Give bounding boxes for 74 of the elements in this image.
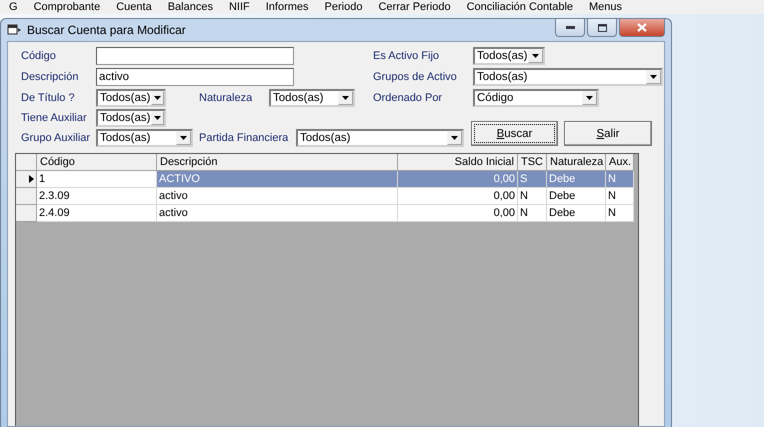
dropdown[interactable]: Todos(as): [96, 89, 166, 107]
window-title: Buscar Cuenta para Modificar: [27, 23, 186, 37]
search-button[interactable]: Buscar: [471, 121, 558, 146]
dropdown-arrow-icon: [532, 54, 539, 58]
current-row-icon: [29, 175, 34, 183]
text-field[interactable]: activo: [96, 68, 294, 86]
table-cell: N: [518, 205, 547, 222]
menu-item[interactable]: Cerrar Periodo: [378, 1, 451, 14]
field-label: De Título ?: [21, 92, 76, 104]
text-field[interactable]: [96, 47, 294, 65]
table-cell: 0,00: [398, 188, 518, 205]
dropdown[interactable]: Todos(as): [96, 128, 193, 146]
dropdown[interactable]: Todos(as): [473, 68, 663, 86]
dropdown[interactable]: Todos(as): [473, 47, 545, 65]
close-button[interactable]: [619, 19, 665, 37]
column-header[interactable]: Aux.: [606, 154, 634, 171]
table-cell: activo: [157, 188, 398, 205]
table-cell: Debe: [547, 205, 606, 222]
column-header[interactable]: Naturaleza: [547, 154, 606, 171]
dropdown[interactable]: Todos(as): [96, 108, 166, 126]
menu-item[interactable]: NIIF: [228, 1, 250, 14]
field-label: Ordenado Por: [373, 92, 444, 104]
table-cell: Debe: [547, 188, 606, 205]
menu-item[interactable]: Balances: [168, 1, 213, 14]
dropdown[interactable]: Código: [473, 89, 599, 107]
table-cell: Debe: [547, 171, 606, 188]
menu-item[interactable]: Conciliación Contable: [466, 1, 574, 14]
menu-item[interactable]: Periodo: [324, 1, 362, 14]
field-label: Es Activo Fijo: [373, 50, 440, 62]
menu-item[interactable]: Comprobante: [34, 1, 100, 14]
maximize-icon: [598, 24, 606, 32]
table-cell: N: [518, 188, 547, 205]
menu-item[interactable]: Menus: [589, 1, 622, 14]
dropdown-arrow-icon: [154, 96, 161, 100]
exit-button[interactable]: Salir: [564, 121, 652, 146]
menu-item[interactable]: G: [9, 1, 18, 14]
minimize-icon: [566, 26, 574, 29]
column-header[interactable]: Código: [37, 154, 157, 171]
field-label: Grupos de Activo: [373, 70, 458, 82]
field-label: Grupo Auxiliar: [21, 132, 92, 144]
field-label: Naturaleza: [199, 92, 254, 104]
table-cell: N: [606, 205, 634, 222]
maximize-button[interactable]: [587, 19, 617, 37]
table-cell: 1: [37, 171, 157, 188]
table-cell: 0,00: [398, 171, 518, 188]
column-header[interactable]: TSC: [518, 154, 547, 171]
table-cell: 2.3.09: [37, 188, 157, 205]
menu-item[interactable]: Cuenta: [116, 1, 152, 14]
table-cell: N: [606, 188, 634, 205]
dropdown-arrow-icon: [342, 96, 349, 100]
row-indicator[interactable]: [16, 171, 37, 188]
dropdown-arrow-icon: [180, 136, 187, 140]
window-icon: [7, 24, 21, 36]
dropdown-arrow-icon: [586, 96, 593, 100]
close-icon: [637, 23, 647, 32]
field-label: Descripción: [21, 70, 80, 82]
field-label: Partida Financiera: [199, 132, 290, 144]
column-header[interactable]: Descripción: [157, 154, 398, 171]
table-cell: 0,00: [398, 205, 518, 222]
dropdown-arrow-icon: [451, 136, 458, 140]
dropdown[interactable]: Todos(as): [296, 128, 464, 146]
column-header[interactable]: Saldo Inicial: [398, 154, 518, 171]
field-label: Tiene Auxiliar: [21, 112, 88, 124]
menu-item[interactable]: Informes: [266, 1, 309, 14]
dropdown-arrow-icon: [650, 74, 657, 78]
field-label: Código: [21, 50, 57, 62]
table-cell: 2.4.09: [37, 205, 157, 222]
table-cell: N: [606, 171, 634, 188]
dropdown-arrow-icon: [154, 116, 161, 120]
minimize-button[interactable]: [555, 19, 585, 37]
table-cell: S: [518, 171, 547, 188]
dropdown[interactable]: Todos(as): [269, 89, 355, 107]
table-cell: ACTIVO: [157, 171, 398, 188]
table-cell: activo: [157, 205, 398, 222]
